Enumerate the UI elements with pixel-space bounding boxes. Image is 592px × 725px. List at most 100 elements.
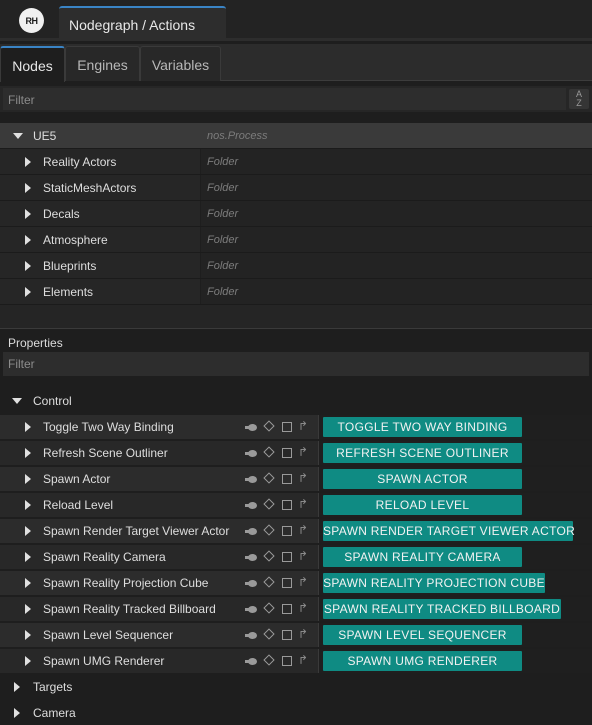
checkbox-icon[interactable] xyxy=(282,474,292,484)
action-button[interactable]: SPAWN REALITY TRACKED BILLBOARD xyxy=(323,599,561,619)
chevron-right-icon[interactable] xyxy=(25,656,31,666)
checkbox-icon[interactable] xyxy=(282,500,292,510)
action-button[interactable]: RELOAD LEVEL xyxy=(323,495,522,515)
checkbox-icon[interactable] xyxy=(282,526,292,536)
action-button[interactable]: SPAWN RENDER TARGET VIEWER ACTOR xyxy=(323,521,575,541)
pin-icon[interactable] xyxy=(245,658,257,665)
pin-icon[interactable] xyxy=(245,502,257,509)
property-value-cell: SPAWN UMG RENDERER xyxy=(318,649,592,673)
reset-icon[interactable]: ↱ xyxy=(298,497,308,511)
keyframe-icon[interactable] xyxy=(263,602,275,614)
property-row: Spawn Render Target Viewer Actor ↱ SPAWN R… xyxy=(0,518,592,544)
chevron-right-icon[interactable] xyxy=(25,235,31,245)
chevron-right-icon[interactable] xyxy=(25,209,31,219)
chevron-right-icon[interactable] xyxy=(25,552,31,562)
property-row: Spawn Reality Tracked Billboard ↱ SPAWN RE… xyxy=(0,596,592,622)
keyframe-icon[interactable] xyxy=(263,576,275,588)
chevron-right-icon[interactable] xyxy=(25,261,31,271)
chevron-right-icon[interactable] xyxy=(25,578,31,588)
category-control[interactable]: Control xyxy=(0,388,592,414)
keyframe-icon[interactable] xyxy=(263,420,275,432)
reset-icon[interactable]: ↱ xyxy=(298,627,308,641)
tree-item[interactable]: Reality Actors Folder xyxy=(0,149,592,175)
reset-icon[interactable]: ↱ xyxy=(298,419,308,433)
row-icons: ↱ xyxy=(245,601,312,616)
tree-item[interactable]: Elements Folder xyxy=(0,279,592,305)
pin-icon[interactable] xyxy=(245,554,257,561)
chevron-right-icon[interactable] xyxy=(25,526,31,536)
tree-root-ue5[interactable]: UE5 nos.Process xyxy=(0,123,592,149)
checkbox-icon[interactable] xyxy=(282,422,292,432)
chevron-right-icon[interactable] xyxy=(14,708,20,718)
action-button[interactable]: SPAWN REALITY PROJECTION CUBE xyxy=(323,573,545,593)
tree-item[interactable]: StaticMeshActors Folder xyxy=(0,175,592,201)
nodes-filter-input[interactable]: Filter xyxy=(3,88,566,110)
pin-icon[interactable] xyxy=(245,528,257,535)
keyframe-icon[interactable] xyxy=(263,654,275,666)
category-label: Control xyxy=(33,394,72,408)
pin-icon[interactable] xyxy=(245,424,257,431)
action-button[interactable]: SPAWN REALITY CAMERA xyxy=(323,547,522,567)
reset-icon[interactable]: ↱ xyxy=(298,601,308,615)
panel-divider[interactable] xyxy=(0,305,592,329)
chevron-right-icon[interactable] xyxy=(25,630,31,640)
action-button[interactable]: SPAWN UMG RENDERER xyxy=(323,651,522,671)
chevron-right-icon[interactable] xyxy=(14,682,20,692)
reset-icon[interactable]: ↱ xyxy=(298,653,308,667)
category-label: Camera xyxy=(33,706,76,720)
keyframe-icon[interactable] xyxy=(263,628,275,640)
chevron-right-icon[interactable] xyxy=(25,448,31,458)
tree-item[interactable]: Decals Folder xyxy=(0,201,592,227)
checkbox-icon[interactable] xyxy=(282,552,292,562)
property-label: Toggle Two Way Binding xyxy=(43,420,174,434)
chevron-right-icon[interactable] xyxy=(25,604,31,614)
chevron-right-icon[interactable] xyxy=(25,183,31,193)
chevron-down-icon[interactable] xyxy=(13,133,23,139)
chevron-right-icon[interactable] xyxy=(25,500,31,510)
category-camera[interactable]: Camera xyxy=(0,700,592,725)
tree-item[interactable]: Blueprints Folder xyxy=(0,253,592,279)
chevron-right-icon[interactable] xyxy=(25,157,31,167)
checkbox-icon[interactable] xyxy=(282,578,292,588)
reset-icon[interactable]: ↱ xyxy=(298,549,308,563)
tree-root-label: UE5 xyxy=(33,129,57,143)
action-button[interactable]: SPAWN ACTOR xyxy=(323,469,522,489)
chevron-right-icon[interactable] xyxy=(25,287,31,297)
pin-icon[interactable] xyxy=(245,580,257,587)
reset-icon[interactable]: ↱ xyxy=(298,523,308,537)
properties-filter-input[interactable]: Filter xyxy=(3,352,589,376)
keyframe-icon[interactable] xyxy=(263,498,275,510)
keyframe-icon[interactable] xyxy=(263,550,275,562)
action-button[interactable]: REFRESH SCENE OUTLINER xyxy=(323,443,522,463)
tab-variables[interactable]: Variables xyxy=(140,46,221,81)
reset-icon[interactable]: ↱ xyxy=(298,575,308,589)
checkbox-icon[interactable] xyxy=(282,630,292,640)
property-row: Reload Level ↱ RELOAD LEVEL xyxy=(0,492,592,518)
pin-icon[interactable] xyxy=(245,606,257,613)
chevron-right-icon[interactable] xyxy=(25,422,31,432)
pin-icon[interactable] xyxy=(245,450,257,457)
tree-item[interactable]: Atmosphere Folder xyxy=(0,227,592,253)
sort-az-icon[interactable]: AZ xyxy=(569,89,589,109)
tab-engines[interactable]: Engines xyxy=(65,46,140,81)
keyframe-icon[interactable] xyxy=(263,446,275,458)
tab-nodes[interactable]: Nodes xyxy=(0,46,65,82)
keyframe-icon[interactable] xyxy=(263,524,275,536)
category-targets[interactable]: Targets xyxy=(0,674,592,700)
tree-item-value: Folder xyxy=(201,175,592,200)
action-button[interactable]: TOGGLE TWO WAY BINDING xyxy=(323,417,522,437)
pin-icon[interactable] xyxy=(245,476,257,483)
checkbox-icon[interactable] xyxy=(282,604,292,614)
checkbox-icon[interactable] xyxy=(282,656,292,666)
chevron-down-icon[interactable] xyxy=(12,398,22,404)
reset-icon[interactable]: ↱ xyxy=(298,445,308,459)
keyframe-icon[interactable] xyxy=(263,472,275,484)
pin-icon[interactable] xyxy=(245,632,257,639)
property-label: Spawn Reality Tracked Billboard xyxy=(43,602,216,616)
checkbox-icon[interactable] xyxy=(282,448,292,458)
tree-item-value: Folder xyxy=(201,201,592,226)
chevron-right-icon[interactable] xyxy=(25,474,31,484)
action-button[interactable]: SPAWN LEVEL SEQUENCER xyxy=(323,625,522,645)
tab-nodegraph-actions[interactable]: Nodegraph / Actions xyxy=(59,6,226,41)
reset-icon[interactable]: ↱ xyxy=(298,471,308,485)
